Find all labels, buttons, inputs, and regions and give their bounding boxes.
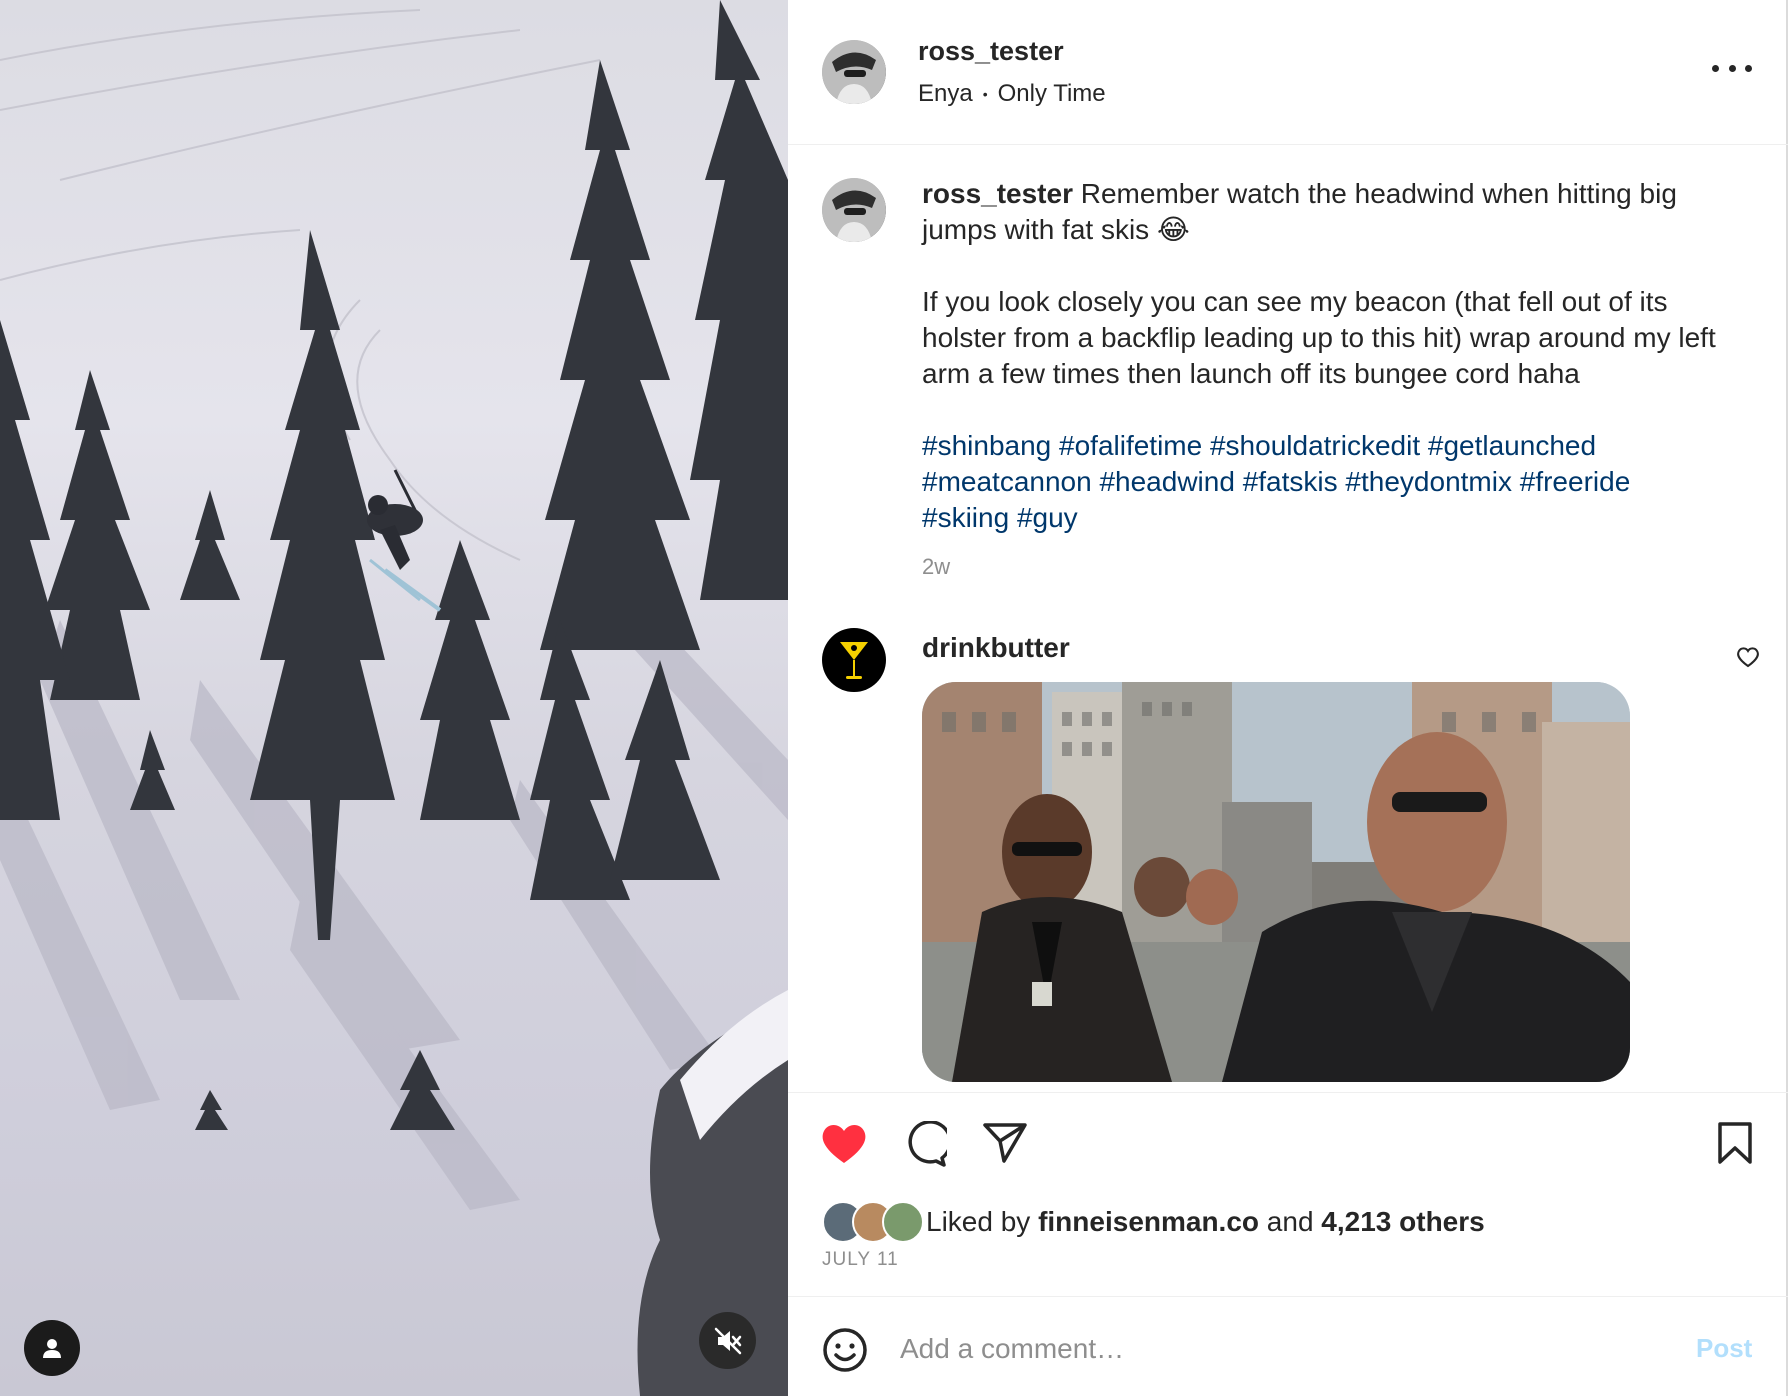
caption-paragraph: If you look closely you can see my beaco… (922, 286, 1716, 389)
audio-separator: • (982, 86, 988, 102)
hashtag-link[interactable]: #theydontmix (1345, 466, 1512, 497)
post-comment-button[interactable]: Post (1696, 1333, 1752, 1364)
user-icon (43, 1339, 61, 1358)
commenter-username[interactable]: drinkbutter (922, 632, 1070, 664)
liker-avatar (882, 1201, 924, 1243)
caption-text: ross_tester Remember watch the headwind … (922, 176, 1742, 536)
emoji-picker-icon[interactable] (822, 1327, 868, 1373)
like-heart-icon[interactable] (820, 1121, 868, 1165)
liked-by-text[interactable]: Liked by finneisenman.co and 4,213 other… (926, 1206, 1485, 1238)
comment-gif[interactable] (922, 682, 1630, 1082)
hashtag-link[interactable]: #ofalifetime (1059, 430, 1202, 461)
caption-timestamp[interactable]: 2w (922, 554, 950, 580)
liker-avatars (822, 1201, 926, 1243)
audio-artist[interactable]: Enya (918, 80, 973, 108)
comment-bubble-icon[interactable] (901, 1121, 947, 1167)
hashtag-link[interactable]: #freeride (1520, 466, 1631, 497)
hashtag-link[interactable]: #shinbang (922, 430, 1051, 461)
add-comment-bar: Post (788, 1296, 1788, 1396)
audio-track[interactable]: Only Time (998, 80, 1106, 108)
commenter-avatar[interactable] (822, 628, 886, 692)
hashtag-link[interactable]: #skiing (922, 502, 1009, 533)
like-comment-heart-icon[interactable] (1736, 646, 1760, 668)
ski-scene-image (0, 0, 788, 1396)
author-avatar[interactable] (822, 40, 886, 104)
user-tag-button[interactable] (24, 1320, 80, 1376)
hashtag-link[interactable]: #headwind (1099, 466, 1234, 497)
comment-input[interactable] (900, 1327, 1540, 1371)
more-options-icon[interactable] (1712, 56, 1752, 80)
liked-by-and: and (1266, 1206, 1314, 1237)
likes-summary: Liked by finneisenman.co and 4,213 other… (822, 1201, 1485, 1243)
post-actions: Liked by finneisenman.co and 4,213 other… (788, 1092, 1788, 1297)
author-username[interactable]: ross_tester (918, 36, 1064, 67)
comments-section: ross_tester Remember watch the headwind … (788, 146, 1788, 1091)
post-media-video[interactable] (0, 0, 788, 1396)
mute-button[interactable] (699, 1312, 756, 1369)
post-date[interactable]: JULY 11 (822, 1249, 899, 1271)
caption-author-avatar[interactable] (822, 178, 886, 242)
post-header: ross_tester Enya • Only Time (788, 0, 1788, 145)
gif-image (922, 682, 1630, 1082)
speaker-muted-icon (714, 1327, 741, 1354)
audio-info[interactable]: Enya • Only Time (918, 80, 1106, 108)
hashtag-list: #shinbang #ofalifetime #shouldatrickedit… (922, 428, 1742, 536)
avatar-photo (822, 40, 886, 104)
hashtag-link[interactable]: #guy (1017, 502, 1078, 533)
liked-by-user-link[interactable]: finneisenman.co (1038, 1206, 1259, 1237)
hashtag-link[interactable]: #meatcannon (922, 466, 1092, 497)
liked-by-others-link[interactable]: 4,213 others (1321, 1206, 1484, 1237)
save-bookmark-icon[interactable] (1716, 1121, 1754, 1165)
hashtag-link[interactable]: #fatskis (1243, 466, 1338, 497)
share-send-icon[interactable] (982, 1121, 1028, 1165)
laughing-emoji: 😂 (1156, 214, 1190, 245)
caption-username[interactable]: ross_tester (922, 178, 1073, 209)
cocktail-logo-icon (840, 642, 868, 679)
post-details-pane: ross_tester Enya • Only Time ross_tester… (788, 0, 1788, 1396)
liked-by-prefix: Liked by (926, 1206, 1031, 1237)
hashtag-link[interactable]: #shouldatrickedit (1210, 430, 1420, 461)
avatar-photo (822, 178, 886, 242)
hashtag-link[interactable]: #getlaunched (1428, 430, 1596, 461)
